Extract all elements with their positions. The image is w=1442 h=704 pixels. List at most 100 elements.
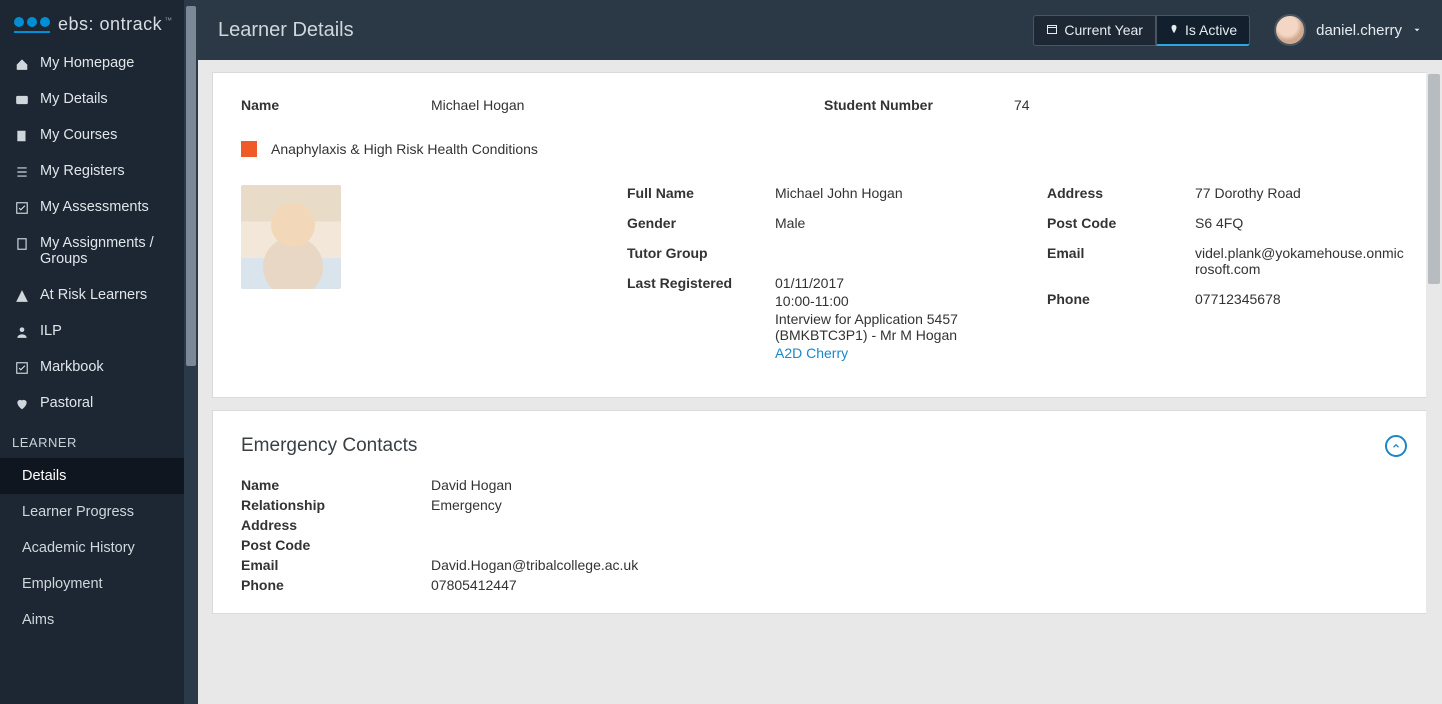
sidebar-item-assessments[interactable]: My Assessments [0,189,198,225]
heart-icon [14,397,30,411]
student-number-value: 74 [1014,97,1407,113]
user-menu[interactable]: daniel.cherry [1274,14,1422,46]
brand-logo: ebs: ontrack™ [0,0,198,45]
learner-photo [241,185,341,289]
chevron-down-icon [1412,22,1422,39]
sidebar-section-learner: LEARNER [0,421,198,458]
ec-address-value [431,517,1407,533]
ec-postcode-value [431,537,1407,553]
sidebar-item-label: My Courses [40,127,117,143]
student-number-label: Student Number [824,97,1014,113]
checklist-icon [14,361,30,375]
emergency-title: Emergency Contacts [241,435,417,457]
user-name: daniel.cherry [1316,22,1402,39]
postcode-value: S6 4FQ [1195,215,1407,231]
sidebar-item-atrisk[interactable]: At Risk Learners [0,277,198,313]
last-registered-value: 01/11/2017 10:00-11:00 Interview for App… [775,275,987,363]
content-scroll[interactable]: Name Michael Hogan Student Number 74 Ana… [198,60,1442,704]
sidebar-item-label: My Details [40,91,108,107]
last-registered-desc: Interview for Application 5457 (BMKBTC3P… [775,311,987,343]
pin-icon [1169,22,1179,38]
gender-value: Male [775,215,987,231]
address-value: 77 Dorothy Road [1195,185,1407,201]
sidebar-item-label: My Assignments / Groups [40,235,184,267]
filter-current-year[interactable]: Current Year [1033,15,1156,46]
page-title: Learner Details [218,19,354,42]
sidebar-item-assignments[interactable]: My Assignments / Groups [0,225,198,277]
name-value: Michael Hogan [431,97,824,113]
last-registered-time: 10:00-11:00 [775,293,987,309]
sidebar-item-label: At Risk Learners [40,287,147,303]
sidebar-item-ilp[interactable]: ILP [0,313,198,349]
ec-postcode-label: Post Code [241,537,431,553]
clipboard-icon [14,237,30,251]
topbar: Learner Details Current Year Is Active d… [198,0,1442,60]
filter-is-active[interactable]: Is Active [1156,15,1250,46]
ec-name-value: David Hogan [431,477,1407,493]
brand-tm: ™ [164,16,173,25]
sidebar-sub-employment[interactable]: Employment [0,566,198,602]
filter-label: Current Year [1064,22,1143,38]
last-registered-link[interactable]: A2D Cherry [775,345,987,361]
sidebar-sub-academic[interactable]: Academic History [0,530,198,566]
ec-relationship-label: Relationship [241,497,431,513]
collapse-button[interactable] [1385,435,1407,457]
sidebar-item-label: ILP [40,323,62,339]
brand-product: ontrack [100,14,163,34]
list-icon [14,165,30,179]
avatar [1274,14,1306,46]
full-name-label: Full Name [627,185,757,201]
book-icon [14,129,30,143]
person-icon [14,325,30,339]
check-square-icon [14,201,30,215]
risk-flag: Anaphylaxis & High Risk Health Condition… [241,141,1407,157]
ec-phone-value: 07805412447 [431,577,1407,593]
ec-email-label: Email [241,557,431,573]
address-label: Address [1047,185,1177,201]
brand-dots-icon [14,17,50,33]
main-scrollbar-thumb[interactable] [1428,74,1440,284]
sidebar-item-homepage[interactable]: My Homepage [0,45,198,81]
risk-flag-text: Anaphylaxis & High Risk Health Condition… [271,141,538,157]
sidebar-sub-progress[interactable]: Learner Progress [0,494,198,530]
phone-label: Phone [1047,291,1177,307]
filter-pill-group: Current Year Is Active [1033,15,1250,46]
sidebar-sub-label: Details [22,468,66,484]
sidebar-item-label: Markbook [40,359,104,375]
full-name-value: Michael John Hogan [775,185,987,201]
sidebar-item-markbook[interactable]: Markbook [0,349,198,385]
name-label: Name [241,97,431,113]
filter-label: Is Active [1185,22,1237,38]
sidebar-scrollbar[interactable] [184,0,198,704]
sidebar-item-pastoral[interactable]: Pastoral [0,385,198,421]
ec-phone-label: Phone [241,577,431,593]
sidebar-item-registers[interactable]: My Registers [0,153,198,189]
sidebar-sub-details[interactable]: Details [0,458,198,494]
learner-summary-card: Name Michael Hogan Student Number 74 Ana… [212,72,1436,398]
ec-name-label: Name [241,477,431,493]
sidebar-sub-aims[interactable]: Aims [0,602,198,638]
main-scrollbar[interactable] [1426,60,1442,704]
main-area: Learner Details Current Year Is Active d… [198,0,1442,704]
home-icon [14,57,30,71]
tutor-group-label: Tutor Group [627,245,757,261]
sidebar-item-label: My Homepage [40,55,134,71]
sidebar-item-label: My Registers [40,163,125,179]
ec-address-label: Address [241,517,431,533]
email-label: Email [1047,245,1177,261]
sidebar-item-label: Pastoral [40,395,93,411]
sidebar-sub-label: Employment [22,576,103,592]
sidebar-item-label: My Assessments [40,199,149,215]
emergency-contacts-card: Emergency Contacts Name David Hogan Rela… [212,410,1436,614]
ec-email-value: David.Hogan@tribalcollege.ac.uk [431,557,1407,573]
sidebar-item-mydetails[interactable]: My Details [0,81,198,117]
calendar-icon [1046,22,1058,38]
sidebar-sub-label: Aims [22,612,54,628]
id-card-icon [14,93,30,107]
sidebar-item-courses[interactable]: My Courses [0,117,198,153]
last-registered-date: 01/11/2017 [775,275,987,291]
postcode-label: Post Code [1047,215,1177,231]
sidebar-scrollbar-thumb[interactable] [186,6,196,366]
sidebar-sub-label: Learner Progress [22,504,134,520]
warning-icon [14,289,30,303]
